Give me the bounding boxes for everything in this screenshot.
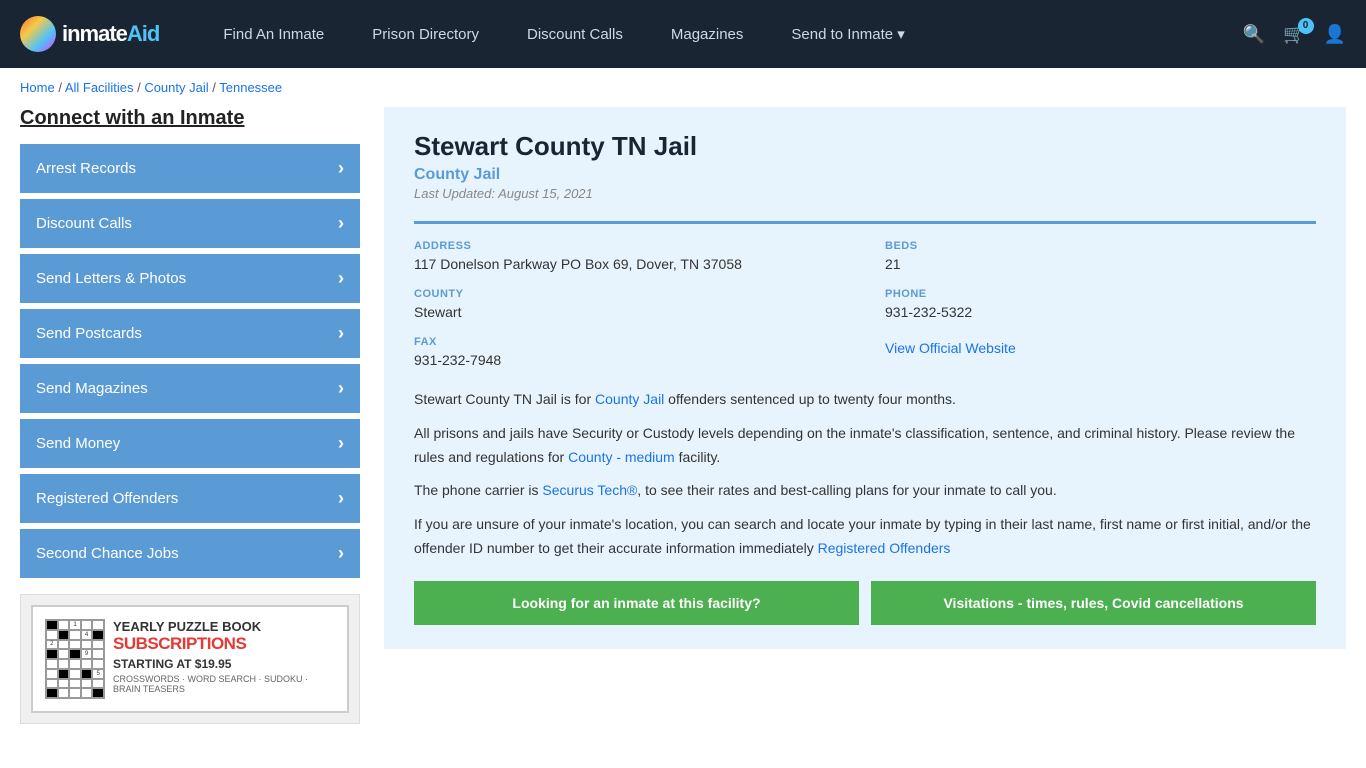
sidebar-item-registered-offenders[interactable]: Registered Offenders › — [20, 474, 360, 523]
phone-label: PHONE — [885, 288, 1316, 300]
county-medium-link[interactable]: County - medium — [568, 449, 675, 465]
detail-fax: FAX 931-232-7948 — [414, 336, 845, 368]
desc-paragraph-3: The phone carrier is Securus Tech®, to s… — [414, 479, 1316, 503]
nav-magazines[interactable]: Magazines — [647, 0, 768, 68]
facility-name: Stewart County TN Jail — [414, 131, 1316, 162]
sidebar-item-label: Send Postcards — [36, 325, 142, 342]
arrow-icon: › — [338, 213, 344, 234]
detail-beds: BEDS 21 — [885, 240, 1316, 272]
nav-discount-calls[interactable]: Discount Calls — [503, 0, 647, 68]
main-layout: Connect with an Inmate Arrest Records › … — [0, 107, 1366, 754]
breadcrumb-state[interactable]: Tennessee — [219, 80, 282, 95]
sidebar: Connect with an Inmate Arrest Records › … — [20, 107, 360, 724]
nav-prison-directory[interactable]: Prison Directory — [348, 0, 503, 68]
sidebar-item-label: Send Letters & Photos — [36, 270, 186, 287]
sidebar-item-arrest-records[interactable]: Arrest Records › — [20, 144, 360, 193]
ad-line2: SUBSCRIPTIONS — [113, 634, 335, 654]
facility-description: Stewart County TN Jail is for County Jai… — [414, 388, 1316, 561]
official-website-link[interactable]: View Official Website — [885, 340, 1016, 356]
ad-price: STARTING AT $19.95 — [113, 657, 335, 671]
logo-text: inmateAid — [62, 21, 159, 47]
beds-label: BEDS — [885, 240, 1316, 252]
site-logo[interactable]: inmateAid — [20, 16, 159, 52]
sidebar-item-label: Send Money — [36, 435, 120, 452]
detail-phone: PHONE 931-232-5322 — [885, 288, 1316, 320]
sidebar-item-label: Registered Offenders — [36, 490, 178, 507]
looking-for-inmate-button[interactable]: Looking for an inmate at this facility? — [414, 581, 859, 625]
nav-send-to-inmate[interactable]: Send to Inmate ▾ — [767, 0, 928, 68]
county-jail-link[interactable]: County Jail — [595, 391, 664, 407]
fax-label: FAX — [414, 336, 845, 348]
logo-icon — [20, 16, 56, 52]
visitations-button[interactable]: Visitations - times, rules, Covid cancel… — [871, 581, 1316, 625]
breadcrumb-all-facilities[interactable]: All Facilities — [65, 80, 134, 95]
nav-find-inmate[interactable]: Find An Inmate — [199, 0, 348, 68]
sidebar-item-label: Second Chance Jobs — [36, 545, 179, 562]
sidebar-item-discount-calls[interactable]: Discount Calls › — [20, 199, 360, 248]
sidebar-item-label: Send Magazines — [36, 380, 148, 397]
facility-type: County Jail — [414, 166, 1316, 184]
nav-icons: 🔍 🛒 0 👤 — [1243, 24, 1346, 45]
ad-line1: YEARLY PUZZLE BOOK — [113, 619, 335, 634]
address-value: 117 Donelson Parkway PO Box 69, Dover, T… — [414, 256, 845, 272]
arrow-icon: › — [338, 268, 344, 289]
sidebar-title: Connect with an Inmate — [20, 107, 360, 130]
arrow-icon: › — [338, 378, 344, 399]
facility-card: Stewart County TN Jail County Jail Last … — [384, 107, 1346, 649]
sidebar-item-send-postcards[interactable]: Send Postcards › — [20, 309, 360, 358]
county-value: Stewart — [414, 304, 845, 320]
arrow-icon: › — [338, 323, 344, 344]
facility-last-updated: Last Updated: August 15, 2021 — [414, 186, 1316, 201]
main-content: Stewart County TN Jail County Jail Last … — [384, 107, 1346, 724]
sidebar-item-second-chance-jobs[interactable]: Second Chance Jobs › — [20, 529, 360, 578]
arrow-icon: › — [338, 543, 344, 564]
sidebar-advertisement[interactable]: 1 4 2 9 5 YEARLY PUZZLE BOOK SUBSCRIPTIO… — [20, 594, 360, 724]
address-label: ADDRESS — [414, 240, 845, 252]
ad-content: 1 4 2 9 5 YEARLY PUZZLE BOOK SUBSCRIPTIO… — [31, 605, 349, 713]
detail-county: COUNTY Stewart — [414, 288, 845, 320]
ad-types: CROSSWORDS · WORD SEARCH · SUDOKU · BRAI… — [113, 674, 335, 694]
breadcrumb-home[interactable]: Home — [20, 80, 55, 95]
sidebar-item-label: Discount Calls — [36, 215, 132, 232]
desc-paragraph-1: Stewart County TN Jail is for County Jai… — [414, 388, 1316, 412]
detail-website: View Official Website — [885, 336, 1316, 368]
cart-button[interactable]: 🛒 0 — [1283, 24, 1305, 45]
arrow-icon: › — [338, 158, 344, 179]
sidebar-item-label: Arrest Records — [36, 160, 136, 177]
user-button[interactable]: 👤 — [1324, 24, 1346, 45]
sidebar-item-send-letters[interactable]: Send Letters & Photos › — [20, 254, 360, 303]
desc-paragraph-4: If you are unsure of your inmate's locat… — [414, 513, 1316, 561]
navigation: inmateAid Find An Inmate Prison Director… — [0, 0, 1366, 68]
sidebar-item-send-magazines[interactable]: Send Magazines › — [20, 364, 360, 413]
cart-badge: 0 — [1298, 18, 1314, 34]
registered-offenders-link[interactable]: Registered Offenders — [818, 540, 951, 556]
desc-paragraph-2: All prisons and jails have Security or C… — [414, 422, 1316, 470]
breadcrumb-county-jail[interactable]: County Jail — [144, 80, 208, 95]
detail-address: ADDRESS 117 Donelson Parkway PO Box 69, … — [414, 240, 845, 272]
arrow-icon: › — [338, 433, 344, 454]
facility-action-buttons: Looking for an inmate at this facility? … — [414, 581, 1316, 625]
beds-value: 21 — [885, 256, 1316, 272]
county-label: COUNTY — [414, 288, 845, 300]
arrow-icon: › — [338, 488, 344, 509]
phone-value: 931-232-5322 — [885, 304, 1316, 320]
fax-value: 931-232-7948 — [414, 352, 845, 368]
breadcrumb: Home / All Facilities / County Jail / Te… — [0, 68, 1366, 107]
facility-details: ADDRESS 117 Donelson Parkway PO Box 69, … — [414, 221, 1316, 368]
sidebar-menu: Arrest Records › Discount Calls › Send L… — [20, 144, 360, 578]
sidebar-item-send-money[interactable]: Send Money › — [20, 419, 360, 468]
nav-links: Find An Inmate Prison Directory Discount… — [199, 0, 1232, 68]
securus-link[interactable]: Securus Tech® — [542, 482, 637, 498]
search-button[interactable]: 🔍 — [1243, 24, 1265, 45]
